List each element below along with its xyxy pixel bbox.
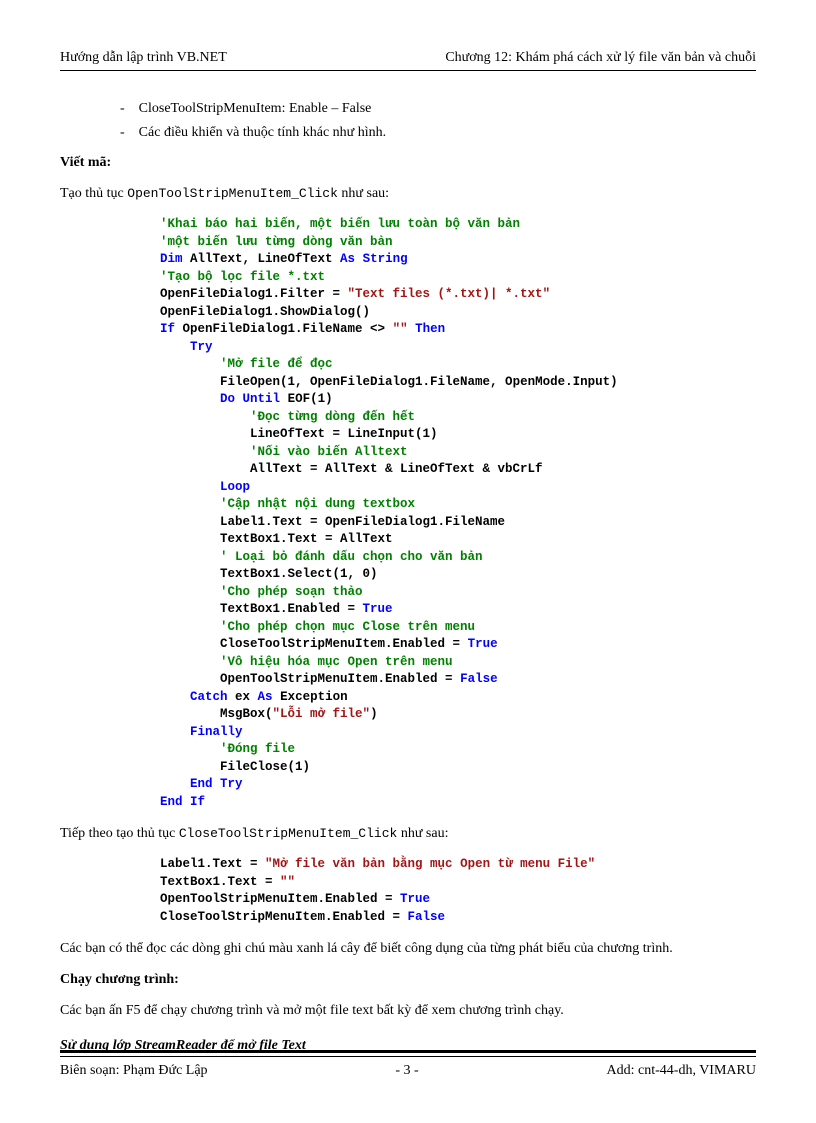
code-keyword: True bbox=[468, 637, 498, 651]
code-text: EOF(1) bbox=[280, 392, 333, 406]
code-keyword: End bbox=[160, 795, 183, 809]
code-comment: 'Tạo bộ lọc file *.txt bbox=[160, 270, 325, 284]
code-text: FileOpen(1, OpenFileDialog1.FileName, Op… bbox=[220, 375, 618, 389]
bullet-list: CloseToolStripMenuItem: Enable – False C… bbox=[120, 101, 756, 141]
text: như sau: bbox=[397, 826, 448, 841]
code-comment: 'Cập nhật nội dung textbox bbox=[220, 497, 415, 511]
code-text: CloseToolStripMenuItem.Enabled = bbox=[220, 637, 468, 651]
code-text: LineOfText = LineInput(1) bbox=[250, 427, 438, 441]
code-keyword: As bbox=[340, 252, 355, 266]
code-keyword: Loop bbox=[220, 480, 250, 494]
code-text: TextBox1.Text = bbox=[160, 875, 280, 889]
code-keyword: Then bbox=[415, 322, 445, 336]
code-text: TextBox1.Enabled = bbox=[220, 602, 363, 616]
paragraph: Các bạn có thể đọc các dòng ghi chú màu … bbox=[60, 936, 756, 961]
code-string: "" bbox=[280, 875, 295, 889]
code-text bbox=[355, 252, 363, 266]
header-right: Chương 12: Khám phá cách xử lý file văn … bbox=[445, 50, 756, 66]
code-text: OpenFileDialog1.FileName <> bbox=[175, 322, 393, 336]
code-comment: 'Cho phép soạn thảo bbox=[220, 585, 363, 599]
code-comment: ' Loại bỏ đánh dấu chọn cho văn bản bbox=[220, 550, 483, 564]
bullet-text: CloseToolStripMenuItem: Enable – False bbox=[139, 101, 372, 116]
code-block-close: Label1.Text = "Mở file văn bản bằng mục … bbox=[160, 856, 756, 926]
code-string: "Mở file văn bản bằng mục Open từ menu F… bbox=[265, 857, 595, 871]
code-comment: 'Đóng file bbox=[220, 742, 295, 756]
bullet-item: CloseToolStripMenuItem: Enable – False bbox=[120, 101, 756, 117]
paragraph: Tạo thủ tục OpenToolStripMenuItem_Click … bbox=[60, 181, 756, 206]
code-keyword: String bbox=[363, 252, 408, 266]
code-text: Label1.Text = OpenFileDialog1.FileName bbox=[220, 515, 505, 529]
code-keyword: If bbox=[160, 322, 175, 336]
code-keyword: Dim bbox=[160, 252, 183, 266]
code-text: Exception bbox=[273, 690, 348, 704]
bullet-item: Các điều khiển và thuộc tính khác như hì… bbox=[120, 125, 756, 141]
code-keyword: False bbox=[460, 672, 498, 686]
text: Tạo thủ tục bbox=[60, 186, 127, 201]
code-text: OpenToolStripMenuItem.Enabled = bbox=[220, 672, 460, 686]
code-inline: OpenToolStripMenuItem_Click bbox=[127, 186, 338, 201]
code-text bbox=[235, 392, 243, 406]
footer-left: Biên soạn: Phạm Đức Lập bbox=[60, 1063, 208, 1079]
section-title-write-code: Viết mã: bbox=[60, 155, 756, 171]
code-comment: 'Cho phép chọn mục Close trên menu bbox=[220, 620, 475, 634]
code-keyword: Try bbox=[190, 340, 213, 354]
code-keyword: If bbox=[190, 795, 205, 809]
code-text bbox=[213, 777, 221, 791]
code-text: TextBox1.Select(1, 0) bbox=[220, 567, 378, 581]
paragraph: Tiếp theo tạo thủ tục CloseToolStripMenu… bbox=[60, 821, 756, 846]
code-text: ex bbox=[228, 690, 258, 704]
footer-rule bbox=[60, 1050, 756, 1057]
code-keyword: Finally bbox=[190, 725, 243, 739]
code-comment: 'Đọc từng dòng đến hết bbox=[250, 410, 415, 424]
code-keyword: True bbox=[363, 602, 393, 616]
code-text: OpenToolStripMenuItem.Enabled = bbox=[160, 892, 400, 906]
code-keyword: Try bbox=[220, 777, 243, 791]
code-text bbox=[183, 795, 191, 809]
code-keyword: End bbox=[190, 777, 213, 791]
code-text: AllText = AllText & LineOfText & vbCrLf bbox=[250, 462, 543, 476]
code-string: "Text files (*.txt)| *.txt" bbox=[348, 287, 551, 301]
code-keyword: False bbox=[408, 910, 446, 924]
section-title-run-program: Chạy chương trình: bbox=[60, 972, 756, 988]
code-string: "" bbox=[393, 322, 408, 336]
header-left: Hướng dẫn lập trình VB.NET bbox=[60, 50, 227, 66]
code-text bbox=[408, 322, 416, 336]
text: Tiếp theo tạo thủ tục bbox=[60, 826, 179, 841]
code-text: CloseToolStripMenuItem.Enabled = bbox=[160, 910, 408, 924]
code-comment: 'Mở file để đọc bbox=[220, 357, 333, 371]
footer-line: Biên soạn: Phạm Đức Lập - 3 - Add: cnt-4… bbox=[60, 1063, 756, 1079]
bullet-text: Các điều khiển và thuộc tính khác như hì… bbox=[139, 125, 386, 140]
footer-right: Add: cnt-44-dh, VIMARU bbox=[607, 1063, 756, 1079]
page-footer: Biên soạn: Phạm Đức Lập - 3 - Add: cnt-4… bbox=[60, 1050, 756, 1079]
page: Hướng dẫn lập trình VB.NET Chương 12: Kh… bbox=[0, 0, 816, 1123]
text: như sau: bbox=[338, 186, 389, 201]
code-text: FileClose(1) bbox=[220, 760, 310, 774]
code-inline: CloseToolStripMenuItem_Click bbox=[179, 826, 397, 841]
code-comment: 'Khai báo hai biến, một biến lưu toàn bộ… bbox=[160, 217, 520, 231]
code-text: MsgBox( bbox=[220, 707, 273, 721]
code-text: TextBox1.Text = AllText bbox=[220, 532, 393, 546]
code-comment: 'Nối vào biến Alltext bbox=[250, 445, 408, 459]
code-comment: 'Vô hiệu hóa mục Open trên menu bbox=[220, 655, 453, 669]
code-keyword: True bbox=[400, 892, 430, 906]
code-text: ) bbox=[370, 707, 378, 721]
code-block-open: 'Khai báo hai biến, một biến lưu toàn bộ… bbox=[160, 216, 756, 811]
code-keyword: Catch bbox=[190, 690, 228, 704]
code-text: OpenFileDialog1.Filter = bbox=[160, 287, 348, 301]
footer-center: - 3 - bbox=[395, 1063, 418, 1079]
paragraph: Các bạn ấn F5 để chạy chương trình và mở… bbox=[60, 998, 756, 1023]
code-keyword: Until bbox=[243, 392, 281, 406]
page-header: Hướng dẫn lập trình VB.NET Chương 12: Kh… bbox=[60, 50, 756, 71]
code-text: Label1.Text = bbox=[160, 857, 265, 871]
code-string: "Lỗi mở file" bbox=[273, 707, 371, 721]
code-comment: 'một biến lưu từng dòng văn bản bbox=[160, 235, 393, 249]
code-keyword: As bbox=[258, 690, 273, 704]
code-text: OpenFileDialog1.ShowDialog() bbox=[160, 305, 370, 319]
code-keyword: Do bbox=[220, 392, 235, 406]
code-text: AllText, LineOfText bbox=[183, 252, 341, 266]
